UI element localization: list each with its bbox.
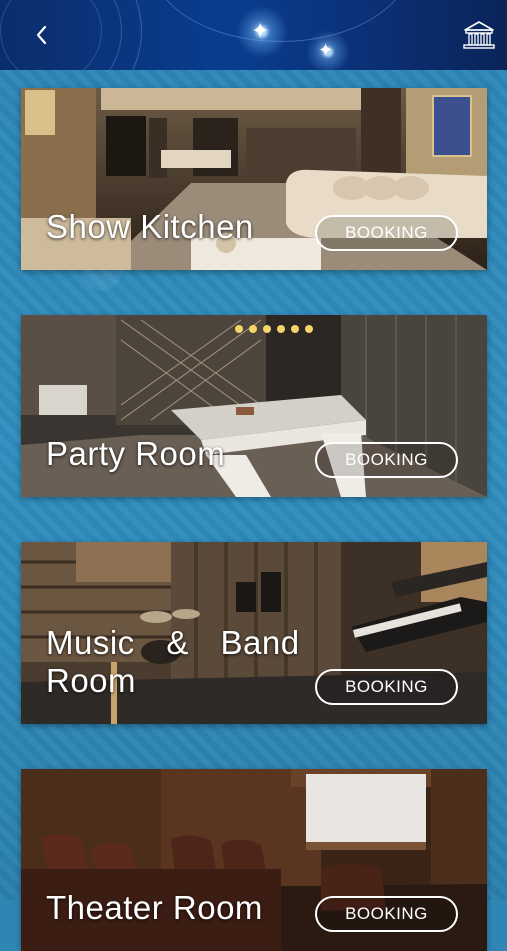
sparkle-icon: ✦ xyxy=(318,40,334,60)
booking-button[interactable]: BOOKING xyxy=(315,442,458,478)
chevron-left-icon xyxy=(36,25,47,45)
booking-button[interactable]: BOOKING xyxy=(315,215,458,251)
app-header: ✦ ✦ xyxy=(0,0,507,70)
booking-button[interactable]: BOOKING xyxy=(315,669,458,705)
facility-card-music-band-room[interactable]: Music & Band Room BOOKING xyxy=(21,542,487,724)
facility-card-show-kitchen[interactable]: Show Kitchen BOOKING xyxy=(21,88,487,270)
sparkle-icon: ✦ xyxy=(251,18,270,43)
card-title: Show Kitchen xyxy=(46,208,254,245)
header-decoration xyxy=(150,0,412,42)
facility-card-party-room[interactable]: Party Room BOOKING xyxy=(21,315,487,497)
home-button[interactable] xyxy=(462,20,496,50)
facility-card-theater-room[interactable]: Theater Room BOOKING xyxy=(21,769,487,951)
card-title: Party Room xyxy=(46,435,226,472)
card-title: Theater Room xyxy=(46,889,263,926)
card-title-line2: Room xyxy=(46,662,137,699)
back-button[interactable] xyxy=(30,20,54,50)
building-home-icon xyxy=(463,21,495,49)
card-title-line1: Music & Band xyxy=(46,624,300,661)
booking-button[interactable]: BOOKING xyxy=(315,896,458,932)
